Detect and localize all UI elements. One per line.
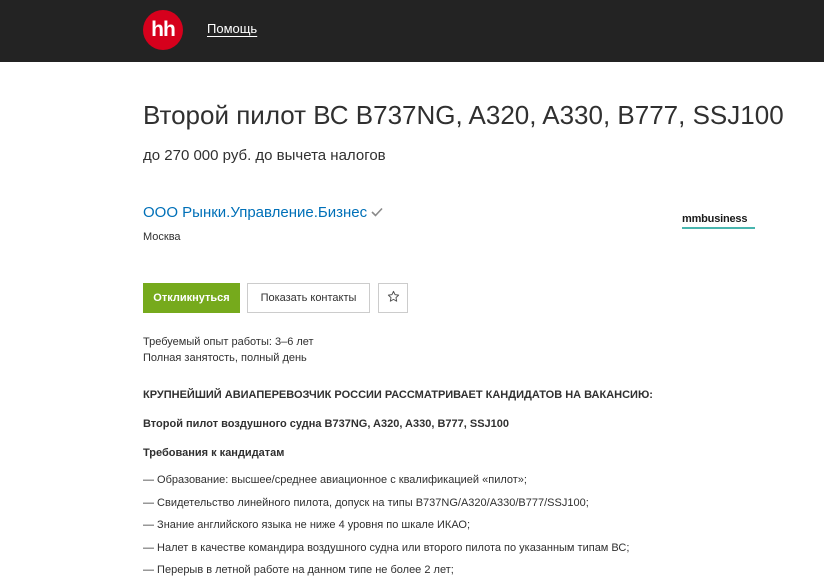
list-item: — Перерыв в летной работе на данном типе… bbox=[143, 564, 454, 576]
company-name[interactable]: ООО Рынки.Управление.Бизнес bbox=[143, 204, 367, 221]
help-link[interactable]: Помощь bbox=[207, 21, 257, 36]
experience-text: Требуемый опыт работы: 3–6 лет bbox=[143, 336, 314, 348]
show-contacts-button[interactable]: Показать контакты bbox=[247, 283, 370, 313]
brand-logo-underline bbox=[682, 227, 755, 229]
brand-logo-text: mmbusiness bbox=[682, 213, 748, 225]
list-item: — Налет в качестве командира воздушного … bbox=[143, 541, 630, 554]
favorite-button[interactable] bbox=[378, 283, 408, 313]
hh-logo[interactable]: hh bbox=[143, 10, 183, 50]
position-heading: Второй пилот воздушного судна B737NG, A3… bbox=[143, 418, 510, 430]
list-item: — Образование: высшее/среднее авиационно… bbox=[143, 474, 527, 486]
requirements-title: Требования к кандидатам bbox=[143, 447, 285, 459]
top-navigation-bar: hh Помощь bbox=[0, 0, 824, 62]
requirements-list: — Образование: высшее/среднее авиационно… bbox=[143, 474, 629, 587]
vacancy-meta: Требуемый опыт работы: 3–6 лет Полная за… bbox=[143, 334, 314, 366]
list-item: — Свидетельство линейного пилота, допуск… bbox=[143, 496, 589, 509]
star-icon bbox=[387, 290, 400, 306]
company-link[interactable]: ООО Рынки.Управление.Бизнес bbox=[143, 204, 383, 221]
vacancy-salary: до 270 000 руб. до вычета налогов bbox=[143, 147, 386, 164]
employment-text: Полная занятость, полный день bbox=[143, 352, 307, 364]
verified-check-icon bbox=[371, 204, 383, 221]
vacancy-title: Второй пилот ВС B737NG, A320, A330, B777… bbox=[143, 100, 784, 130]
vacancy-city: Москва bbox=[143, 231, 181, 243]
respond-button[interactable]: Откликнуться bbox=[143, 283, 240, 313]
list-item: — Знание английского языка не ниже 4 уро… bbox=[143, 519, 471, 531]
company-brand-logo[interactable]: mmbusiness bbox=[682, 213, 755, 229]
description-headline: КРУПНЕЙШИЙ АВИАПЕРЕВОЗЧИК РОССИИ РАССМАТ… bbox=[143, 389, 653, 401]
